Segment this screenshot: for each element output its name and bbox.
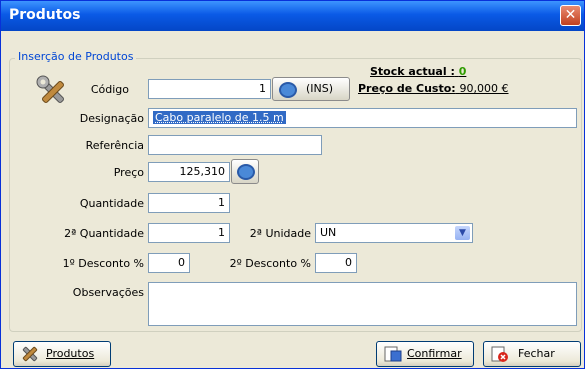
produtos-button[interactable]: Produtos [13, 341, 111, 367]
designacao-input[interactable]: Cabo paralelo de 1.5 m [148, 108, 577, 128]
codigo-input[interactable]: 1 [148, 79, 271, 99]
chevron-down-icon[interactable]: ▼ [455, 226, 470, 240]
unidade2-label: 2ª Unidade [249, 227, 311, 240]
preco-search-button[interactable] [231, 159, 259, 184]
close-button[interactable]: ✕ [560, 5, 581, 26]
desconto1-label: 1º Desconto % [62, 257, 144, 270]
group-legend: Inserção de Produtos [15, 50, 137, 63]
stock-label: Stock actual : 0 [370, 65, 467, 78]
referencia-input[interactable] [148, 135, 322, 155]
quantidade2-input[interactable]: 1 [148, 223, 230, 243]
stock-value: 0 [458, 65, 467, 78]
preco-input[interactable]: 125,310 [148, 162, 230, 182]
designacao-label: Designação [79, 112, 144, 125]
preco-label: Preço [113, 166, 144, 179]
title-bar[interactable]: Produtos ✕ [1, 1, 584, 31]
desconto2-label: 2º Desconto % [229, 257, 311, 270]
codigo-label: Código [90, 83, 129, 96]
confirm-icon [384, 346, 402, 362]
confirmar-button[interactable]: Confirmar [376, 341, 474, 367]
close-icon [491, 346, 508, 362]
quantidade2-label: 2ª Quantidade [64, 227, 144, 240]
unidade2-select[interactable]: UN ▼ [315, 223, 473, 243]
fechar-button[interactable]: Fechar [483, 341, 581, 367]
search-icon [279, 82, 297, 98]
quantidade-label: Quantidade [79, 197, 144, 210]
codigo-search-button[interactable]: (INS) [272, 77, 350, 101]
desconto2-input[interactable]: 0 [315, 253, 357, 273]
tools-icon [22, 346, 38, 362]
referencia-label: Referência [85, 139, 144, 152]
cost-label: Preço de Custo: 90,000 € [358, 82, 509, 95]
produtos-window: Produtos ✕ Inserção de Produtos Código 1… [0, 0, 585, 369]
tools-icon [36, 75, 64, 103]
window-title: Produtos [9, 7, 81, 23]
quantidade-input[interactable]: 1 [148, 193, 230, 213]
search-icon [237, 164, 255, 180]
desconto1-input[interactable]: 0 [148, 253, 190, 273]
cost-value: 90,000 € [459, 82, 509, 95]
observacoes-label: Observações [72, 286, 144, 299]
observacoes-textarea[interactable] [148, 282, 577, 326]
